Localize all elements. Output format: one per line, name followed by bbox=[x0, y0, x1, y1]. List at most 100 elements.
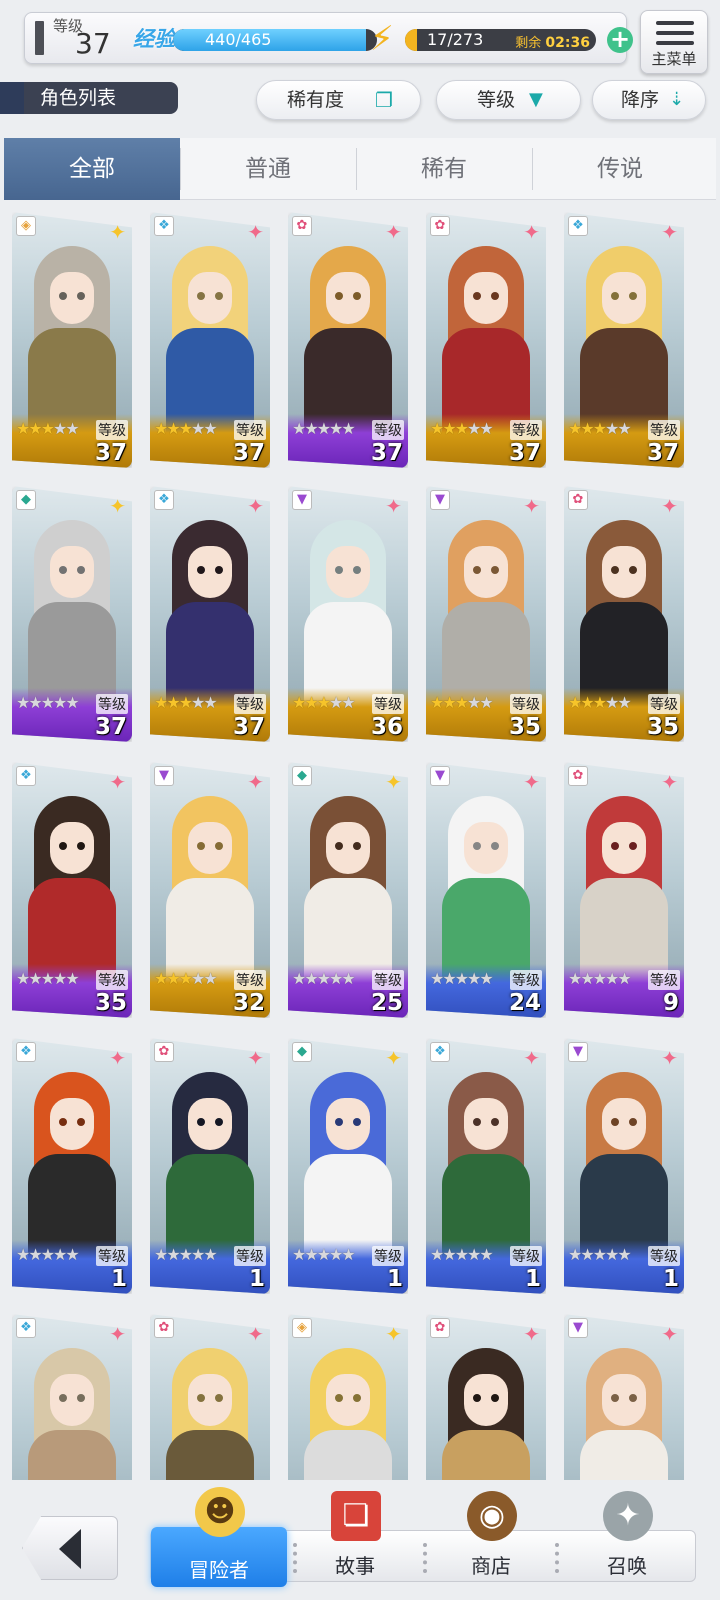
character-card[interactable]: ❖ ✦ ★★★★★ 等级 37 bbox=[150, 212, 270, 468]
character-card[interactable]: ✿ ✦ ★★★★★ 等级 1 bbox=[150, 1038, 270, 1294]
level-sort-dropdown[interactable]: 等级 ▼ bbox=[436, 80, 581, 120]
character-card[interactable]: ❖ ✦ ★★★★★ 等级 35 bbox=[12, 762, 132, 1018]
card-level-value: 37 bbox=[232, 440, 265, 466]
nav-shop[interactable]: ◉ 商店 bbox=[423, 1491, 559, 1583]
character-card[interactable]: ❖ ✦ ★★★★★ 等级 37 bbox=[564, 212, 684, 468]
card-level-value: 36 bbox=[370, 714, 403, 740]
star-icon: ★ bbox=[341, 1245, 355, 1264]
character-card[interactable]: ✿ ✦ ★★★★★ 等级 35 bbox=[564, 486, 684, 742]
star-rating: ★★★★★ bbox=[16, 419, 80, 438]
level-bar-decoration bbox=[35, 21, 44, 55]
star-icon: ★ bbox=[454, 693, 469, 712]
card-level-label: 等级 bbox=[510, 1246, 542, 1266]
sparkle-icon: ✦ bbox=[247, 220, 264, 244]
rarity-filter-button[interactable]: 稀有度 ❐ bbox=[256, 80, 421, 120]
main-menu-button[interactable]: 主菜单 bbox=[640, 10, 708, 74]
card-level-value: 35 bbox=[646, 714, 679, 740]
character-card[interactable]: ▼ ✦ ★★★★★ 等级 1 bbox=[564, 1038, 684, 1294]
character-card[interactable]: ▼ ✦ ★★★★★ 等级 35 bbox=[426, 486, 546, 742]
character-card[interactable]: ◆ ✦ ★★★★★ 等级 37 bbox=[12, 486, 132, 742]
character-card[interactable]: ✿ ✦ ★★★★★ 等级 37 bbox=[288, 212, 408, 468]
star-icon: ★ bbox=[304, 1245, 318, 1264]
card-level-value: 25 bbox=[370, 990, 403, 1016]
tab-rare[interactable]: 稀有 bbox=[356, 138, 532, 200]
card-level-label: 等级 bbox=[372, 970, 404, 990]
character-list-label: 角色列表 bbox=[0, 82, 178, 114]
water-element-icon: ❖ bbox=[568, 216, 588, 236]
star-icon: ★ bbox=[53, 969, 67, 988]
character-card[interactable]: ▼ ✦ ★★★★★ 等级 24 bbox=[426, 762, 546, 1018]
character-card[interactable]: ❖ ✦ ★★★★★ 等级 1 bbox=[12, 1038, 132, 1294]
star-icon: ★ bbox=[605, 1245, 619, 1264]
nav-adventurer[interactable]: ☻ 冒险者 bbox=[151, 1487, 287, 1587]
sparkle-icon: ✦ bbox=[109, 220, 126, 244]
star-icon: ★ bbox=[454, 419, 469, 438]
card-level-value: 37 bbox=[646, 440, 679, 466]
card-level-value: 1 bbox=[110, 1266, 127, 1292]
star-icon: ★ bbox=[28, 1245, 42, 1264]
card-level-value: 9 bbox=[662, 990, 679, 1016]
card-level-value: 37 bbox=[94, 440, 127, 466]
star-icon: ★ bbox=[203, 693, 217, 712]
exp-label: 经验 bbox=[133, 27, 175, 51]
nav-story[interactable]: ❏ 故事 bbox=[287, 1491, 423, 1583]
add-stamina-button[interactable]: + bbox=[607, 27, 633, 53]
wind-element-icon: ◆ bbox=[292, 1042, 312, 1062]
star-icon: ★ bbox=[304, 419, 318, 438]
character-card[interactable]: ◆ ✦ ★★★★★ 等级 25 bbox=[288, 762, 408, 1018]
star-icon: ★ bbox=[316, 419, 331, 438]
stamina-bar: 17/273 剩余 02:36 bbox=[405, 29, 596, 51]
character-card[interactable]: ▼ ✦ ★★★★★ 等级 32 bbox=[150, 762, 270, 1018]
star-icon: ★ bbox=[617, 1245, 631, 1264]
star-icon: ★ bbox=[580, 969, 594, 988]
fire-element-icon: ✿ bbox=[568, 490, 588, 510]
sparkle-icon: ✦ bbox=[109, 494, 126, 518]
star-icon: ★ bbox=[592, 419, 607, 438]
star-icon: ★ bbox=[40, 969, 55, 988]
book-icon: ❏ bbox=[331, 1491, 381, 1541]
sparkle-icon: ✦ bbox=[109, 1046, 126, 1070]
character-card[interactable]: ❖ ✦ ★★★★★ 等级 1 bbox=[426, 1038, 546, 1294]
sort-order-button[interactable]: 降序 ⇣ bbox=[592, 80, 706, 120]
water-element-icon: ❖ bbox=[16, 1318, 36, 1338]
character-card[interactable]: ✿ ✦ ★★★★★ 等级 9 bbox=[564, 762, 684, 1018]
fire-element-icon: ✿ bbox=[154, 1042, 174, 1062]
dark-element-icon: ▼ bbox=[154, 766, 174, 786]
star-icon: ★ bbox=[454, 969, 469, 988]
star-icon: ★ bbox=[191, 693, 205, 712]
sparkle-icon: ✦ bbox=[385, 1046, 402, 1070]
stamina-fill bbox=[405, 29, 417, 51]
nav-summon[interactable]: ✦ 召唤 bbox=[559, 1491, 695, 1583]
tab-common[interactable]: 普通 bbox=[180, 138, 356, 200]
card-level-label: 等级 bbox=[648, 1246, 680, 1266]
lightning-icon: ⚡ bbox=[370, 19, 394, 59]
star-icon: ★ bbox=[592, 1245, 607, 1264]
nav-story-label: 故事 bbox=[335, 1554, 375, 1578]
star-icon: ★ bbox=[292, 969, 306, 988]
character-card[interactable]: ❖ ✦ ★★★★★ 等级 37 bbox=[150, 486, 270, 742]
star-rating: ★★★★★ bbox=[154, 419, 218, 438]
star-rating: ★★★★★ bbox=[430, 693, 494, 712]
star-rating: ★★★★★ bbox=[430, 969, 494, 988]
card-level-value: 1 bbox=[524, 1266, 541, 1292]
character-card[interactable]: ◆ ✦ ★★★★★ 等级 1 bbox=[288, 1038, 408, 1294]
star-icon: ★ bbox=[442, 1245, 456, 1264]
star-icon: ★ bbox=[341, 969, 355, 988]
character-card[interactable]: ✿ ✦ ★★★★★ 等级 37 bbox=[426, 212, 546, 468]
water-element-icon: ❖ bbox=[16, 766, 36, 786]
star-icon: ★ bbox=[430, 693, 444, 712]
back-button[interactable] bbox=[22, 1516, 118, 1580]
character-card[interactable]: ◈ ✦ ★★★★★ 等级 37 bbox=[12, 212, 132, 468]
sparkle-icon: ✦ bbox=[385, 770, 402, 794]
card-level-label: 等级 bbox=[648, 420, 680, 440]
sparkle-icon: ✦ bbox=[661, 770, 678, 794]
tab-all[interactable]: 全部 bbox=[4, 138, 180, 200]
character-card[interactable]: ▼ ✦ ★★★★★ 等级 36 bbox=[288, 486, 408, 742]
wind-element-icon: ◆ bbox=[16, 490, 36, 510]
triangle-down-icon: ▼ bbox=[529, 89, 543, 110]
tab-legendary[interactable]: 传说 bbox=[532, 138, 708, 200]
sparkle-icon: ✦ bbox=[523, 1046, 540, 1070]
star-icon: ★ bbox=[166, 969, 180, 988]
card-level-value: 35 bbox=[508, 714, 541, 740]
star-icon: ★ bbox=[16, 419, 30, 438]
